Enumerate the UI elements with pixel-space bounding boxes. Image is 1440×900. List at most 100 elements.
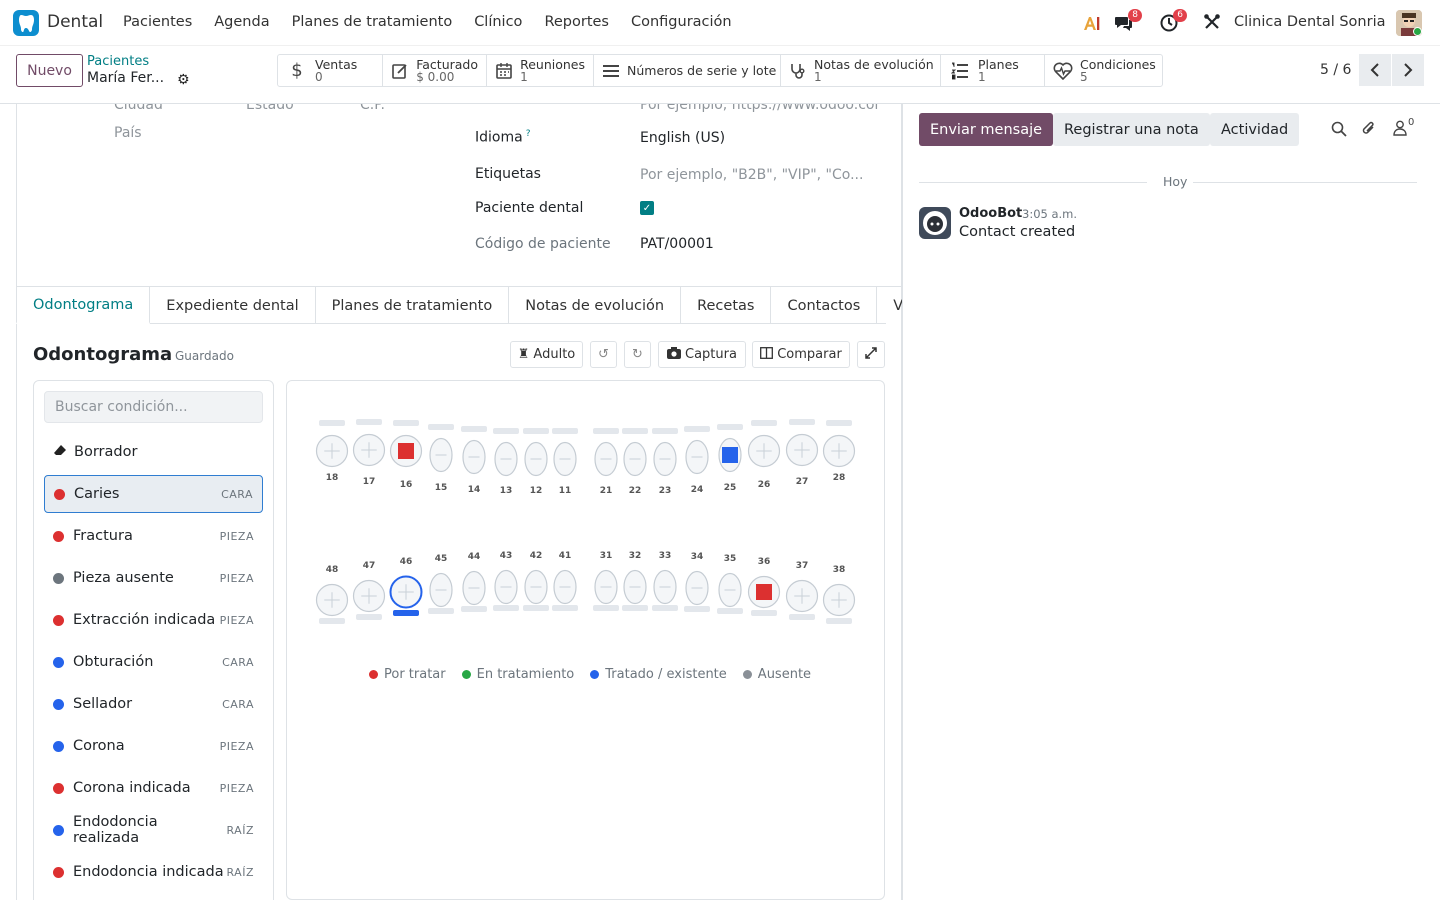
new-button[interactable]: Nuevo (16, 54, 83, 87)
eraser-tool[interactable]: Borrador (44, 433, 263, 471)
log-note-button[interactable]: Registrar una nota (1053, 113, 1210, 146)
menu-item-pacientes[interactable]: Pacientes (123, 14, 192, 30)
tooth-surface-pad[interactable] (789, 419, 815, 425)
tooth-26[interactable]: 26 (747, 420, 781, 490)
tooth-41[interactable]: 41 (552, 551, 578, 611)
tooth-21[interactable]: 21 (593, 428, 619, 496)
messages-icon[interactable]: 8 (1114, 9, 1142, 33)
capture-button[interactable]: Captura (658, 341, 746, 368)
tooth-37[interactable]: 37 (785, 561, 819, 620)
tooth-surface-pad[interactable] (826, 420, 852, 426)
tooth-25[interactable]: 25 (717, 424, 743, 493)
tooth-surface-pad[interactable] (428, 424, 454, 430)
smart-button-ventas[interactable]: $ Ventas 0 (278, 55, 383, 86)
tab-planes-tratamiento[interactable]: Planes de tratamiento (315, 286, 510, 324)
tooth-12[interactable]: 12 (523, 428, 549, 496)
tooth-22[interactable]: 22 (622, 428, 648, 496)
tooth-27[interactable]: 27 (785, 419, 819, 487)
tooth-33[interactable]: 33 (652, 551, 678, 611)
ai-icon[interactable] (1082, 13, 1102, 33)
pager-previous-button[interactable] (1359, 54, 1391, 86)
tooth-surface-pad[interactable] (684, 606, 710, 612)
tooth-surface-pad[interactable] (552, 605, 578, 611)
compare-button[interactable]: Comparar (752, 341, 850, 368)
tooth-42[interactable]: 42 (523, 551, 549, 611)
tooth-surface-pad[interactable] (652, 428, 678, 434)
tooth-surface-pad[interactable] (684, 426, 710, 432)
filling-mark[interactable] (722, 447, 738, 463)
tooth-surface-pad[interactable] (717, 424, 743, 430)
tooth-surface-pad[interactable] (428, 608, 454, 614)
gear-icon[interactable]: ⚙ (177, 72, 190, 88)
tooth-surface-pad[interactable] (461, 426, 487, 432)
tooth-surface-pad[interactable] (552, 428, 578, 434)
tooth-16[interactable]: 16 (389, 420, 423, 490)
tooth-surface-pad[interactable] (652, 605, 678, 611)
condition-item[interactable]: Sellador CARA (44, 685, 263, 723)
condition-item[interactable]: Obturación CARA (44, 643, 263, 681)
message-author[interactable]: OdooBot (959, 206, 1022, 221)
tooth-44[interactable]: 44 (461, 552, 487, 612)
tab-contactos[interactable]: Contactos (771, 286, 878, 324)
search-icon[interactable] (1331, 121, 1347, 141)
tooth-surface-pad[interactable] (717, 608, 743, 614)
menu-item-agenda[interactable]: Agenda (214, 14, 269, 30)
tooth-surface-pad[interactable] (319, 618, 345, 624)
tab-expediente-dental[interactable]: Expediente dental (150, 286, 316, 324)
tooth-surface-pad[interactable] (593, 428, 619, 434)
condition-item[interactable]: Endodoncia realizada RAÍZ (44, 811, 263, 849)
tooth-surface-pad[interactable] (523, 428, 549, 434)
tooth-surface-pad[interactable] (356, 419, 382, 425)
help-tooltip-icon[interactable]: ? (526, 129, 531, 139)
tags-field[interactable]: Por ejemplo, "B2B", "VIP", "Co... (640, 167, 863, 183)
tooth-46[interactable]: 46 (389, 557, 423, 616)
tooth-38[interactable]: 38 (822, 565, 856, 624)
condition-item[interactable]: Pieza ausente PIEZA (44, 559, 263, 597)
menu-item-configuracion[interactable]: Configuración (631, 14, 732, 30)
undo-button[interactable]: ↺ (590, 341, 617, 368)
tooth-surface-pad[interactable] (493, 605, 519, 611)
tooth-surface-pad[interactable] (461, 606, 487, 612)
tooth-32[interactable]: 32 (622, 551, 648, 611)
caries-mark[interactable] (398, 443, 414, 459)
website-field[interactable]: Por ejemplo, https://www.odoo.com (640, 104, 880, 113)
tooth-34[interactable]: 34 (684, 552, 710, 612)
smart-button-condiciones[interactable]: Condiciones 5 (1045, 55, 1162, 86)
tooth-13[interactable]: 13 (493, 428, 519, 496)
tooth-11[interactable]: 11 (552, 428, 578, 496)
condition-search-input[interactable]: Buscar condición... (44, 391, 263, 423)
language-field[interactable]: English (US) (640, 130, 725, 146)
tooth-18[interactable]: 18 (315, 420, 349, 483)
activity-button[interactable]: Actividad (1210, 113, 1300, 146)
smart-button-facturado[interactable]: Facturado $ 0.00 (383, 55, 487, 86)
menu-item-planes[interactable]: Planes de tratamiento (292, 14, 453, 30)
tooth-36[interactable]: 36 (747, 557, 781, 616)
tooth-surface-pad[interactable] (826, 618, 852, 624)
tools-icon[interactable] (1203, 13, 1223, 33)
country-field[interactable]: País (114, 125, 142, 141)
dental-app-icon[interactable] (13, 10, 39, 36)
tooth-surface-pad[interactable] (523, 605, 549, 611)
app-name[interactable]: Dental (47, 12, 103, 32)
smart-button-reuniones[interactable]: Reuniones 1 (487, 55, 594, 86)
smart-button-notas[interactable]: Notas de evolución 1 (781, 55, 941, 86)
tooth-24[interactable]: 24 (684, 426, 710, 495)
menu-item-clinico[interactable]: Clínico (474, 14, 522, 30)
tooth-15[interactable]: 15 (428, 424, 454, 493)
tooth-surface-pad[interactable] (622, 428, 648, 434)
tooth-17[interactable]: 17 (352, 419, 386, 487)
tab-recetas[interactable]: Recetas (681, 286, 772, 324)
condition-item[interactable]: Endodoncia indicada RAÍZ (44, 853, 263, 891)
tooth-surface-pad[interactable] (622, 605, 648, 611)
condition-item[interactable]: Corona PIEZA (44, 727, 263, 765)
smart-button-planes[interactable]: Planes 1 (941, 55, 1045, 86)
tooth-surface-pad[interactable] (751, 610, 777, 616)
condition-item[interactable]: Fractura PIEZA (44, 517, 263, 555)
fullscreen-button[interactable] (857, 341, 885, 368)
tooth-23[interactable]: 23 (652, 428, 678, 496)
tooth-surface-pad[interactable] (493, 428, 519, 434)
zip-field[interactable]: C.P. (360, 104, 385, 113)
condition-item[interactable]: Corona indicada PIEZA (44, 769, 263, 807)
tooth-surface-pad[interactable] (789, 614, 815, 620)
tooth-surface-pad[interactable] (751, 420, 777, 426)
